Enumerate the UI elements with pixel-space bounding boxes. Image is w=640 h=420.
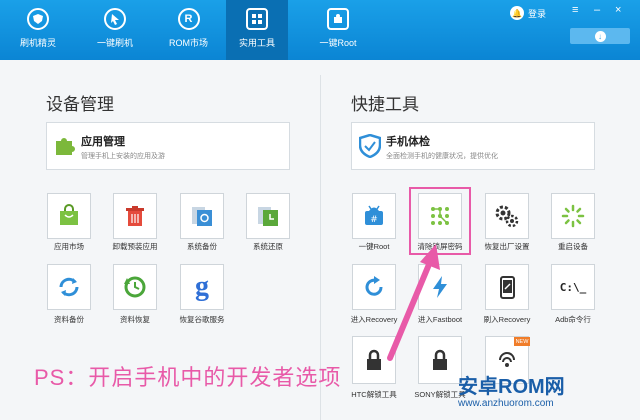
watermark: 安卓ROM网 www.anzhuorom.com [458, 370, 640, 420]
pointer-arrow [387, 244, 440, 361]
watermark-title: 安卓ROM网 [458, 376, 565, 398]
ps-instruction-text: PS：开启手机中的开发者选项 [34, 365, 342, 390]
watermark-url: www.anzhuorom.com [458, 398, 554, 409]
